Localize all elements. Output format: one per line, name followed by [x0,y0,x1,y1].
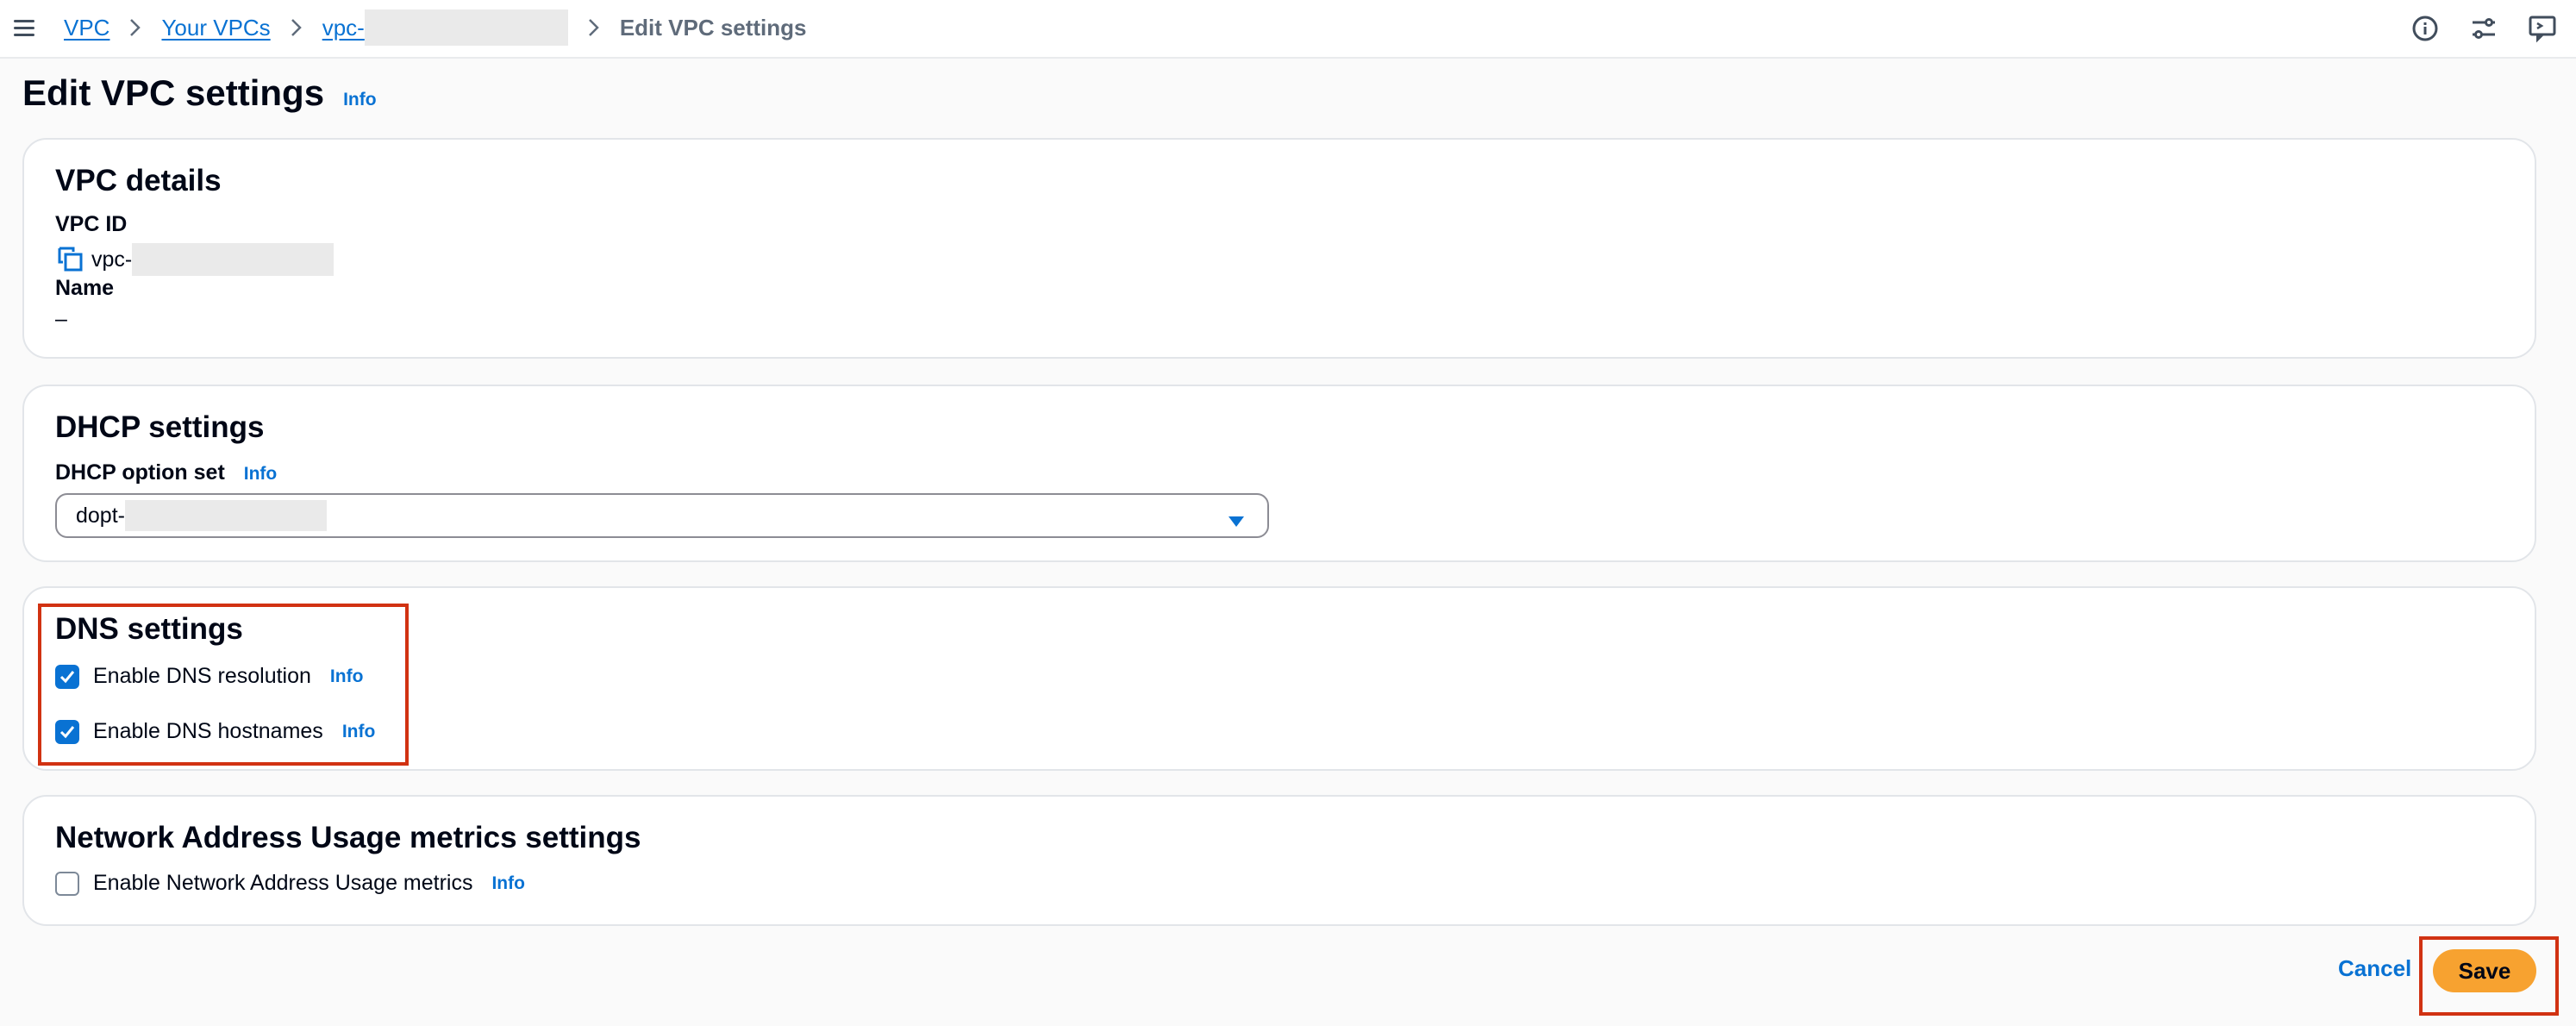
dhcp-settings-panel: DHCP settings DHCP option set Info dopt- [22,385,2536,562]
redacted-region [364,9,568,46]
chevron-right-icon [587,18,601,37]
redacted-region [124,500,327,531]
vpc-id-text: vpc- [91,247,133,272]
save-button[interactable]: Save [2433,949,2536,992]
dns-resolution-info-link[interactable]: Info [330,666,363,687]
dns-resolution-row: Enable DNS resolution Info [55,664,363,689]
dns-settings-heading: DNS settings [55,612,243,646]
nau-metrics-row: Enable Network Address Usage metrics Inf… [55,871,525,896]
breadcrumb-your-vpcs[interactable]: Your VPCs [161,15,270,41]
caret-down-icon [1228,510,1245,535]
dns-hostnames-row: Enable DNS hostnames Info [55,719,375,744]
nau-metrics-label: Enable Network Address Usage metrics [93,871,473,895]
breadcrumb: VPC Your VPCs vpc- Edit VPC settings [64,0,807,55]
dns-hostnames-label: Enable DNS hostnames [93,719,323,743]
dns-resolution-checkbox[interactable] [55,664,79,689]
info-circle-icon[interactable] [2409,12,2442,45]
top-navigation-bar: VPC Your VPCs vpc- Edit VPC settings [0,0,2576,59]
vpc-name-label: Name [55,276,115,300]
vpc-name-value: – [55,307,67,331]
redacted-region [132,243,335,276]
dhcp-selected-value: dopt- [76,503,125,528]
page-title: Edit VPC settings Info [22,72,377,114]
top-utility-icons [2409,12,2559,45]
breadcrumb-vpc-id-text[interactable]: vpc- [322,15,365,41]
dns-hostnames-checkbox[interactable] [55,719,79,744]
dhcp-option-set-label-text: DHCP option set [55,460,225,485]
vpc-details-panel: VPC details VPC ID vpc- Name – [22,138,2536,359]
dns-resolution-label: Enable DNS resolution [93,664,311,688]
nau-metrics-checkbox[interactable] [55,871,79,896]
breadcrumb-current: Edit VPC settings [619,14,807,41]
dns-settings-panel: DNS settings Enable DNS resolution Info … [22,586,2536,771]
page-info-link[interactable]: Info [343,90,376,110]
dhcp-settings-heading: DHCP settings [55,410,265,444]
breadcrumb-vpc[interactable]: VPC [64,15,109,41]
dhcp-option-set-label: DHCP option set Info [55,460,277,485]
vpc-id-label: VPC ID [55,212,128,236]
menu-icon[interactable] [12,16,38,41]
nau-metrics-heading: Network Address Usage metrics settings [55,821,641,854]
nau-metrics-info-link[interactable]: Info [491,873,524,894]
chevron-right-icon [290,18,303,37]
dns-hostnames-info-link[interactable]: Info [342,722,375,742]
copy-icon[interactable] [57,246,84,273]
dhcp-info-link[interactable]: Info [244,464,277,485]
nau-metrics-panel: Network Address Usage metrics settings E… [22,795,2536,926]
feedback-icon[interactable] [2526,12,2559,45]
vpc-id-value: vpc- [57,243,335,276]
cancel-button[interactable]: Cancel [2338,955,2411,982]
page-title-text: Edit VPC settings [22,72,325,113]
dhcp-option-set-select[interactable]: dopt- [55,493,1269,538]
vpc-details-heading: VPC details [55,164,222,197]
chevron-right-icon [128,18,142,37]
breadcrumb-vpc-id[interactable]: vpc- [322,9,568,46]
settings-toggle-icon[interactable] [2467,12,2500,45]
